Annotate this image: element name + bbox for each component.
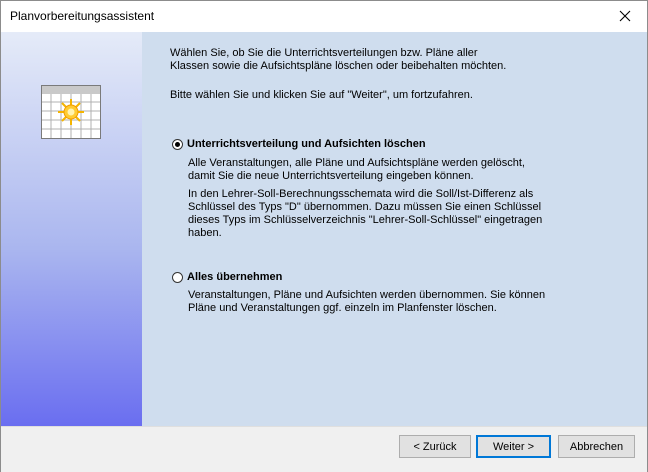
wizard-window: Planvorbereitungsassistent Wählen Sie, o… (0, 0, 648, 472)
back-button[interactable]: < Zurück (399, 435, 471, 458)
instruction-text: Bitte wählen Sie und klicken Sie auf "We… (170, 89, 473, 101)
title-bar: Planvorbereitungsassistent (1, 1, 647, 31)
option-description-detail: In den Lehrer-Soll-Berechnungsschemata w… (188, 188, 543, 239)
window-title: Planvorbereitungsassistent (10, 9, 155, 23)
wizard-sidebar (1, 32, 142, 426)
close-icon (619, 10, 631, 22)
wizard-content: Wählen Sie, ob Sie die Unterrichtsvertei… (142, 32, 647, 426)
radio-button[interactable] (172, 138, 183, 150)
intro-text: Wählen Sie, ob Sie die Unterrichtsvertei… (170, 47, 507, 72)
radio-selected-dot (175, 141, 180, 147)
close-button[interactable] (603, 1, 647, 31)
button-bar: < Zurück Weiter > Abbrechen (1, 426, 647, 472)
calendar-sun-icon (41, 85, 101, 139)
option-description: Alle Veranstaltungen, alle Pläne und Auf… (188, 157, 525, 182)
option-description: Veranstaltungen, Pläne und Aufsichten we… (188, 289, 546, 314)
option-label: Unterrichtsverteilung und Aufsichten lös… (187, 138, 426, 150)
radio-keep-option[interactable]: Alles übernehmen (172, 271, 282, 283)
radio-button[interactable] (172, 271, 183, 283)
cancel-button[interactable]: Abbrechen (558, 435, 635, 458)
option-label: Alles übernehmen (187, 271, 283, 283)
next-button[interactable]: Weiter > (476, 435, 551, 458)
radio-delete-option[interactable]: Unterrichtsverteilung und Aufsichten lös… (172, 138, 426, 150)
